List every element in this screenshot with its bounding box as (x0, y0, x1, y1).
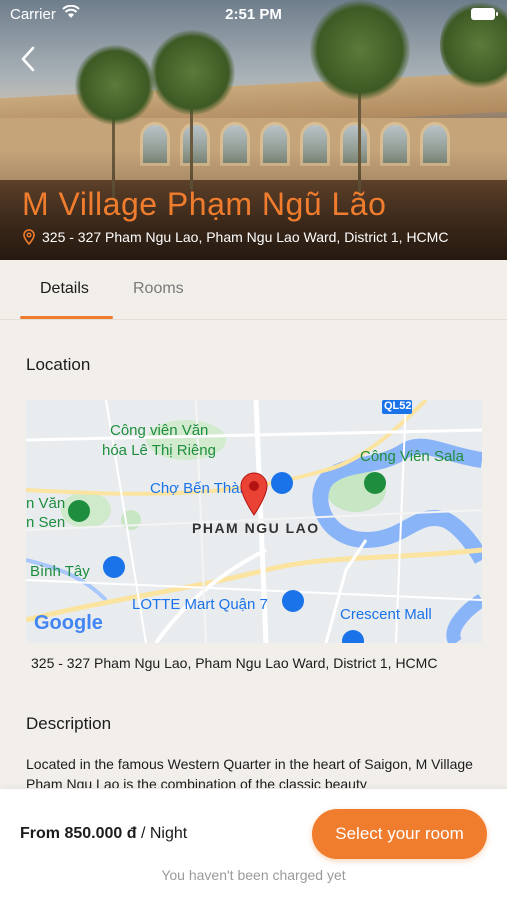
charge-note: You haven't been charged yet (161, 867, 346, 883)
map-address: 325 - 327 Pham Ngu Lao, Pham Ngu Lao War… (31, 655, 438, 671)
map-label-area: PHAM NGU LAO (192, 520, 320, 536)
select-room-button[interactable]: Select your room (312, 809, 487, 859)
map-label-mall: Crescent Mall (340, 606, 432, 623)
status-bar: Carrier 2:51 PM (0, 0, 507, 30)
map-label-park: n Sen (26, 514, 66, 531)
description-text: Located in the famous Western Quarter in… (26, 756, 473, 788)
booking-bar: From 850.000 đ / Night Select your room … (0, 789, 507, 900)
map-label-place: Bình Tây (30, 563, 90, 580)
map-label-mall: LOTTE Mart Quận 7 (132, 596, 268, 613)
map-label-park: Công viên Văn (110, 422, 209, 439)
hotel-name: M Village Phạm Ngũ Lão (22, 186, 387, 222)
tree-canopy (75, 45, 155, 125)
price-row: From 850.000 đ / Night (20, 825, 187, 843)
tree-canopy (150, 30, 235, 115)
price-unit: / Night (140, 825, 188, 842)
hotel-address-row: 325 - 327 Pham Ngu Lao, Pham Ngu Lao War… (22, 229, 448, 245)
map-label-park: Công Viên Sala (360, 448, 464, 465)
location-pin-icon (23, 229, 35, 245)
map-road-label: QL52 (384, 400, 412, 412)
chevron-left-icon (21, 46, 35, 72)
tab-bar: Details Rooms (0, 260, 507, 320)
shopping-cart-icon (271, 472, 293, 494)
map-label-park: n Văn (26, 495, 66, 512)
shopping-cart-icon (103, 556, 125, 578)
location-map[interactable]: Công viên Văn hóa Lê Thị Riêng Chợ Bến T… (26, 400, 482, 643)
map-marker-icon (240, 472, 268, 516)
google-logo-text: Google (34, 612, 103, 634)
tree-icon (364, 472, 386, 494)
description-title: Description (26, 714, 112, 733)
google-logo: Google (34, 612, 103, 635)
battery-icon (471, 8, 498, 20)
price-value: From 850.000 đ (20, 825, 137, 842)
tab-rooms[interactable]: Rooms (133, 280, 184, 298)
map-label-park: hóa Lê Thị Riêng (102, 442, 216, 459)
shopping-cart-icon (282, 590, 304, 612)
status-time: 2:51 PM (225, 6, 282, 23)
tab-details[interactable]: Details (40, 280, 89, 298)
tree-icon (68, 500, 90, 522)
hotel-address: 325 - 327 Pham Ngu Lao, Pham Ngu Lao War… (42, 229, 449, 245)
back-button[interactable] (14, 44, 44, 74)
location-title: Location (26, 355, 91, 374)
tab-divider (0, 319, 507, 320)
